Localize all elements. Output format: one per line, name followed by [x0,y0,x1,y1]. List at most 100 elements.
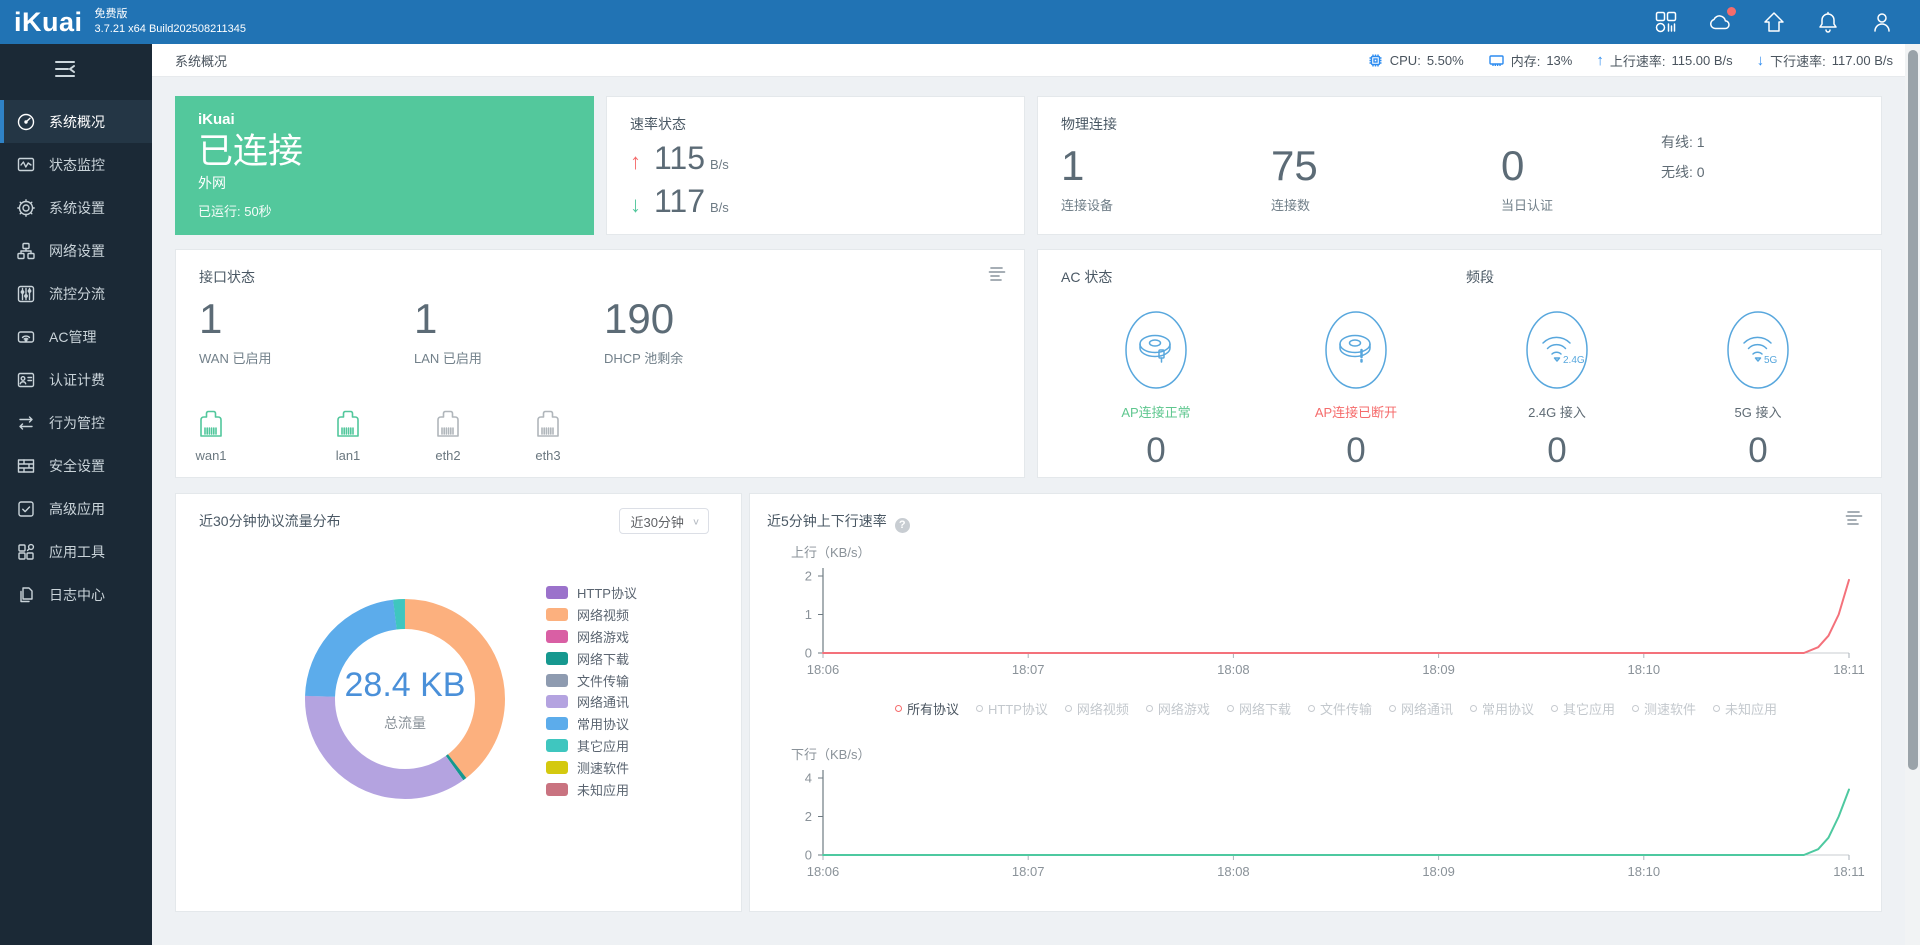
memory-label: 内存: [1510,53,1541,69]
svg-text:18:09: 18:09 [1422,662,1455,677]
scrollbar-thumb[interactable] [1908,50,1918,770]
ac-item-label: AP连接已断开 [1314,405,1398,420]
ac-item-ap-down: AP连接已断开 0 [1281,306,1431,471]
legend-item[interactable]: 常用协议 [546,713,637,735]
rate-legend-item[interactable]: 常用协议 [1469,699,1534,718]
sidebar-item-logs[interactable]: 日志中心 [0,573,152,616]
time-range-dropdown[interactable]: 近30分钟 ∨ [619,508,709,534]
home-icon[interactable] [1762,10,1786,34]
daily-auth-stat: 0 当日认证 [1501,142,1553,214]
svg-text:18:10: 18:10 [1628,864,1661,879]
rate-legend-item[interactable]: 其它应用 [1551,699,1615,718]
card-menu-icon[interactable] [988,266,1006,287]
sidebar-item-label: 行为管控 [49,414,105,431]
user-icon[interactable] [1870,10,1894,34]
stat-label: 连接数 [1271,198,1311,214]
sidebar-item-advanced[interactable]: 高级应用 [0,487,152,530]
wired-wireless-summary: 有线: 1 无线: 0 [1661,127,1705,187]
interface-card-title: 接口状态 [199,269,255,285]
legend-item[interactable]: 未知应用 [546,778,637,800]
rate-legend-item[interactable]: 所有协议 [894,699,959,718]
scrollbar-track[interactable] [1905,44,1920,945]
rate-legend-item[interactable]: 网络游戏 [1145,699,1210,718]
uplink-line-chart: 0 1 2 18:06 18:07 18:08 18:09 18:10 18:11 [805,568,1865,677]
sidebar-item-label: 状态监控 [49,156,105,173]
legend-label: 常用协议 [577,717,630,733]
legend-ring-icon [1145,705,1153,712]
legend-item[interactable]: 网络通讯 [546,691,637,713]
legend-ring-icon [894,705,902,712]
legend-ring-icon [975,705,983,712]
sidebar-item-network[interactable]: 网络设置 [0,229,152,272]
sidebar-collapse-icon[interactable] [52,58,78,80]
legend-ring-icon [1307,705,1315,712]
stat-label: DHCP 池剩余 [604,351,684,367]
legend-item[interactable]: 网络视频 [546,604,637,626]
downlink-metric: ↓ 下行速率: 117.00 B/s [1757,51,1893,70]
bell-icon[interactable] [1816,10,1840,34]
sidebar-item-dashboard[interactable]: 系统概况 [0,100,152,143]
legend-swatch [546,673,568,687]
sidebar-item-flow[interactable]: 流控分流 [0,272,152,315]
legend-item[interactable]: 网络下载 [546,647,637,669]
legend-item[interactable]: 其它应用 [546,735,637,757]
sidebar-item-label: 流控分流 [49,285,105,302]
port-lan1: lan1 [313,405,383,463]
legend-item[interactable]: 文件传输 [546,669,637,691]
topbar-icons [1654,0,1894,44]
port-label: eth3 [535,448,561,463]
legend-label: 网络下载 [577,651,630,667]
sidebar-item-security[interactable]: 安全设置 [0,444,152,487]
legend-item[interactable]: HTTP协议 [546,582,637,604]
legend-item[interactable]: 网络游戏 [546,626,637,648]
sidebar-item-tools[interactable]: 应用工具 [0,530,152,573]
sidebar-item-auth[interactable]: 认证计费 [0,358,152,401]
svg-text:0: 0 [805,646,812,661]
auth-icon [17,372,35,387]
security-icon [17,458,35,473]
stat-label: WAN 已启用 [199,351,272,367]
rate-legend-item[interactable]: 网络通讯 [1388,699,1453,718]
legend-label: 网络视频 [577,608,630,624]
legend-swatch [546,717,568,731]
legend-label: HTTP协议 [577,586,637,602]
uplink-rate-unit: B/s [710,157,729,172]
sidebar-item-ac[interactable]: AC管理 [0,315,152,358]
cloud-icon[interactable] [1708,7,1736,34]
stat-value: 1 [1061,142,1085,189]
rate-legend-item[interactable]: 网络视频 [1064,699,1129,718]
sidebar-item-settings[interactable]: 系统设置 [0,186,152,229]
legend-item[interactable]: 测速软件 [546,756,637,778]
wireless-line: 无线: 0 [1661,164,1705,180]
rate-legend-item[interactable]: 测速软件 [1632,699,1696,718]
rate-legend-item[interactable]: 网络下载 [1226,699,1291,718]
sidebar-item-label: 系统设置 [49,199,105,216]
legend-ring-icon [1551,705,1558,712]
stat-value: 190 [604,295,675,342]
physical-card-title: 物理连接 [1061,116,1117,132]
legend-label: 其它应用 [577,738,630,754]
arrow-up-icon: ↑ [1596,51,1604,69]
sidebar-item-label: 高级应用 [49,500,105,517]
rate-legend-item[interactable]: 文件传输 [1307,699,1372,718]
rate-legend-item[interactable]: HTTP协议 [975,699,1048,718]
connection-network: 外网 [198,174,226,191]
sidebar-item-behavior[interactable]: 行为管控 [0,401,152,444]
downlink-value: 117.00 B/s [1831,52,1893,68]
ac-item-2.4G: 2.4G 2.4G 接入 0 [1482,306,1632,471]
apps-grid-icon[interactable] [1654,10,1678,34]
svg-text:18:09: 18:09 [1422,864,1455,879]
cpu-icon [1369,54,1382,66]
rate-legend-item[interactable]: 未知应用 [1713,699,1777,718]
legend-label: 网络通讯 [577,695,630,711]
card-menu-icon[interactable] [1845,510,1863,531]
rate-chart-card: 近5分钟上下行速率? 上行（KB/s） 0 1 2 18:06 18:07 18:08 18… [749,493,1882,912]
app-logo: iKuai [14,6,83,37]
behavior-icon [19,415,33,430]
connection-uptime: 已运行: 50秒 [198,203,272,219]
rj45-port-icon [200,410,222,437]
sidebar-item-monitor[interactable]: 状态监控 [0,143,152,186]
stat-value: 0 [1501,142,1525,189]
memory-metric: 内存: 13% [1488,51,1572,70]
help-icon[interactable]: ? [894,517,910,533]
